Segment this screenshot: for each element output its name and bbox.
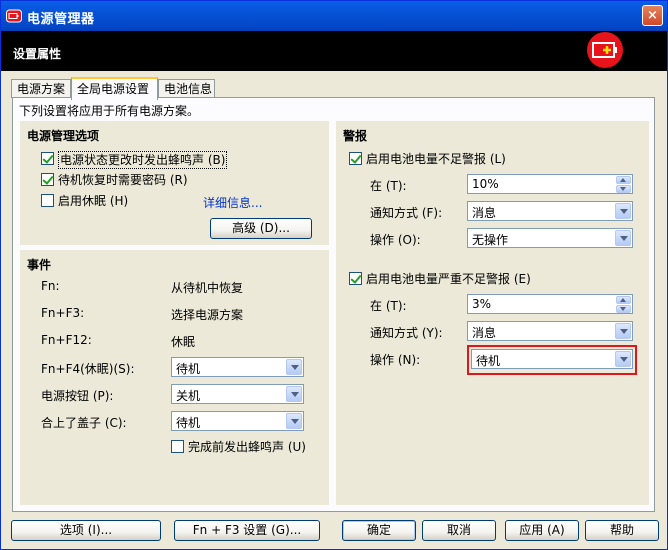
chevron-down-icon[interactable]: [615, 203, 631, 219]
low-at-label: 在 (T):: [370, 179, 407, 193]
fn-f3-value: 选择电源方案: [171, 308, 244, 322]
low-action-select[interactable]: 无操作: [467, 228, 633, 248]
tab-label: 电源方案: [17, 82, 66, 96]
fn-f3-label: Fn+F3:: [41, 306, 85, 320]
header-title: 设置属性: [13, 47, 62, 61]
fn-f12-label: Fn+F12:: [41, 333, 92, 347]
checkbox-box[interactable]: [349, 152, 362, 165]
tab-global-power-settings[interactable]: 全局电源设置: [71, 77, 158, 100]
fn-f3-settings-button[interactable]: Fn + F3 设置 (G)...: [174, 520, 320, 541]
close-icon: ×: [647, 8, 658, 23]
details-link[interactable]: 详细信息...: [203, 194, 262, 211]
battery-app-icon: [6, 9, 22, 23]
tab-label: 全局电源设置: [77, 82, 150, 96]
checkbox-box[interactable]: [349, 272, 362, 285]
lid-close-value: 待机: [176, 416, 201, 430]
checkbox-box[interactable]: [41, 173, 54, 186]
low-notify-value: 消息: [472, 206, 497, 220]
low-action-value: 无操作: [472, 233, 509, 247]
critical-notify-value: 消息: [472, 326, 497, 340]
window-title: 电源管理器: [27, 12, 95, 27]
spin-up-icon[interactable]: [616, 296, 631, 304]
close-button[interactable]: ×: [642, 5, 663, 26]
chevron-down-icon[interactable]: [286, 413, 302, 429]
tab-label: 电池信息: [164, 82, 213, 96]
critical-battery-alarm-label: 启用电池电量严重不足警报 (E): [366, 272, 531, 286]
tab-description: 下列设置将应用于所有电源方案。: [19, 104, 200, 118]
chevron-down-icon[interactable]: [286, 386, 302, 402]
critical-notify-select[interactable]: 消息: [467, 321, 633, 341]
events-group: 事件 Fn: 从待机中恢复 Fn+F3: 选择电源方案 Fn+F12: 休眠 F…: [20, 250, 329, 505]
tab-battery-info[interactable]: 电池信息: [158, 79, 215, 98]
critical-action-label: 操作 (N):: [370, 353, 421, 367]
tab-power-schemes[interactable]: 电源方案: [11, 79, 71, 98]
checkbox-box[interactable]: [41, 152, 54, 165]
cancel-button[interactable]: 取消: [422, 520, 496, 541]
critical-notify-label: 通知方式 (Y):: [370, 326, 443, 340]
power-button-value: 关机: [176, 389, 201, 403]
fn-f4-value: 待机: [176, 362, 201, 376]
header-banner: 设置属性: [1, 31, 667, 71]
events-title: 事件: [27, 258, 52, 272]
checkbox-box[interactable]: [171, 440, 184, 453]
beep-on-change-label: 电源状态更改时发出蜂鸣声 (B): [58, 151, 228, 169]
chevron-down-icon[interactable]: [615, 323, 631, 339]
advanced-button[interactable]: 高级 (D)...: [210, 218, 312, 239]
power-options-group: 电源管理选项 电源状态更改时发出蜂鸣声 (B) 待机恢复时需要密码 (R) 启用…: [20, 121, 329, 245]
title-bar[interactable]: 电源管理器 ×: [1, 1, 667, 31]
spin-down-icon[interactable]: [616, 305, 631, 313]
critical-at-value: 3%: [472, 297, 492, 311]
password-on-resume-label: 待机恢复时需要密码 (R): [58, 173, 188, 187]
alarms-group: 警报 启用电池电量不足警报 (L) 在 (T): 10% 通知方式 (F): 消…: [336, 121, 649, 505]
low-notify-label: 通知方式 (F):: [370, 206, 443, 220]
low-notify-select[interactable]: 消息: [467, 201, 633, 221]
power-button-label: 电源按钮 (P):: [41, 389, 114, 403]
fn-f4-select[interactable]: 待机: [171, 357, 304, 377]
apply-button[interactable]: 应用 (A): [505, 520, 579, 541]
help-button[interactable]: 帮助: [585, 520, 659, 541]
low-at-value: 10%: [472, 177, 499, 191]
low-battery-alarm-label: 启用电池电量不足警报 (L): [366, 152, 506, 166]
power-options-title: 电源管理选项: [27, 129, 100, 143]
options-button[interactable]: 选项 (I)...: [11, 520, 161, 541]
fn-f4-label: Fn+F4(休眠)(S):: [41, 362, 135, 376]
chevron-down-icon[interactable]: [286, 359, 302, 375]
fn-label: Fn:: [41, 279, 60, 293]
chevron-down-icon[interactable]: [615, 230, 631, 246]
low-at-spinner[interactable]: 10%: [467, 174, 633, 194]
hibernate-label: 启用休眠 (H): [58, 194, 129, 208]
fn-f12-value: 休眠: [171, 335, 196, 349]
critical-at-spinner[interactable]: 3%: [467, 294, 633, 314]
lid-close-select[interactable]: 待机: [171, 411, 304, 431]
alarms-title: 警报: [343, 129, 368, 143]
spin-down-icon[interactable]: [616, 185, 631, 193]
fn-value: 从待机中恢复: [171, 281, 244, 295]
battery-charging-icon: [587, 32, 623, 68]
beep-before-done-label: 完成前发出蜂鸣声 (U): [188, 440, 306, 454]
power-manager-window: 电源管理器 × 设置属性 电源方案 全局电源设置 电池信息 下列设置将应用于所有…: [0, 0, 668, 550]
critical-action-highlight: [467, 345, 637, 375]
lid-close-label: 合上了盖子 (C):: [41, 416, 127, 430]
spin-up-icon[interactable]: [616, 176, 631, 184]
critical-at-label: 在 (T):: [370, 299, 407, 313]
checkbox-box[interactable]: [41, 194, 54, 207]
low-action-label: 操作 (O):: [370, 233, 421, 247]
ok-button[interactable]: 确定: [342, 520, 416, 541]
power-button-select[interactable]: 关机: [171, 384, 304, 404]
